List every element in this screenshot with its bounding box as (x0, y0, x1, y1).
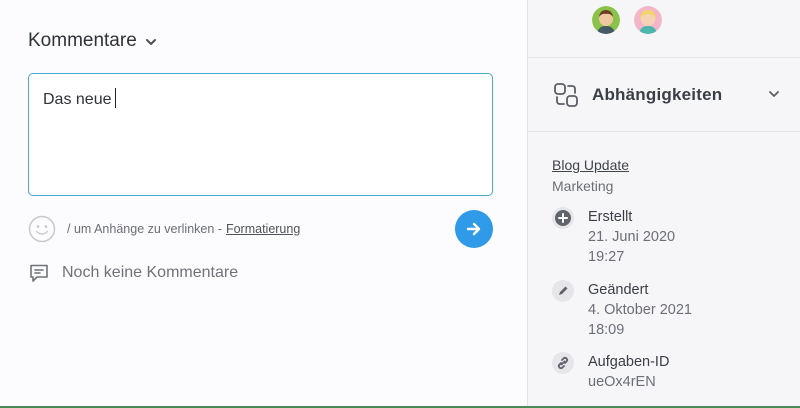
task-id-value: ueOx4rEN (588, 374, 656, 390)
user-avatar-icon (634, 6, 662, 34)
comment-input-value: Das neue (43, 91, 112, 108)
formatting-link[interactable]: Formatierung (226, 222, 300, 236)
avatar[interactable] (634, 6, 662, 34)
created-date: 21. Juni 2020 (588, 229, 676, 245)
plus-icon (552, 207, 574, 229)
text-caret (114, 88, 116, 108)
arrow-right-icon (466, 222, 481, 236)
divider (528, 131, 800, 132)
link-icon (552, 352, 574, 374)
send-button[interactable] (455, 210, 493, 248)
dependencies-section[interactable]: Abhängigkeiten (552, 78, 780, 112)
chevron-down-icon[interactable] (768, 90, 780, 98)
task-id-label: Aufgaben-ID (588, 354, 670, 370)
created-info: Erstellt 21. Juni 2020 19:27 (552, 207, 675, 267)
attachment-hint: / um Anhänge zu verlinken - (67, 222, 222, 236)
pencil-icon (552, 280, 574, 302)
project-subtitle: Marketing (552, 178, 614, 194)
created-label: Erstellt (588, 209, 633, 225)
changed-info: Geändert 4. Oktober 2021 18:09 (552, 280, 692, 340)
emoji-icon[interactable] (28, 215, 56, 243)
changed-time: 18:09 (588, 322, 625, 338)
avatar[interactable] (592, 6, 620, 34)
divider (528, 57, 800, 58)
user-avatar-icon (592, 6, 620, 34)
project-link[interactable]: Blog Update (552, 157, 629, 173)
chevron-down-icon (145, 39, 156, 45)
avatar-group (592, 6, 662, 34)
dependencies-label: Abhängigkeiten (592, 85, 723, 104)
changed-date: 4. Oktober 2021 (588, 302, 692, 318)
comments-title: Kommentare (28, 30, 137, 51)
comment-icon (30, 264, 48, 282)
empty-comments: Noch keine Kommentare (28, 262, 238, 284)
changed-label: Geändert (588, 282, 649, 298)
dependencies-icon (554, 83, 578, 107)
comments-header[interactable]: Kommentare (28, 30, 157, 52)
created-time: 19:27 (588, 249, 625, 265)
empty-comments-text: Noch keine Kommentare (62, 264, 239, 281)
comment-input[interactable]: Das neue (28, 73, 493, 196)
details-sidebar: Abhängigkeiten Blog Update Marketing Ers… (527, 0, 800, 408)
comments-panel: Kommentare Das neue / um Anhänge zu verl… (0, 0, 527, 408)
task-id-info: Aufgaben-ID ueOx4rEN (552, 352, 669, 392)
comment-toolbar: / um Anhänge zu verlinken - Formatierung (28, 210, 493, 248)
